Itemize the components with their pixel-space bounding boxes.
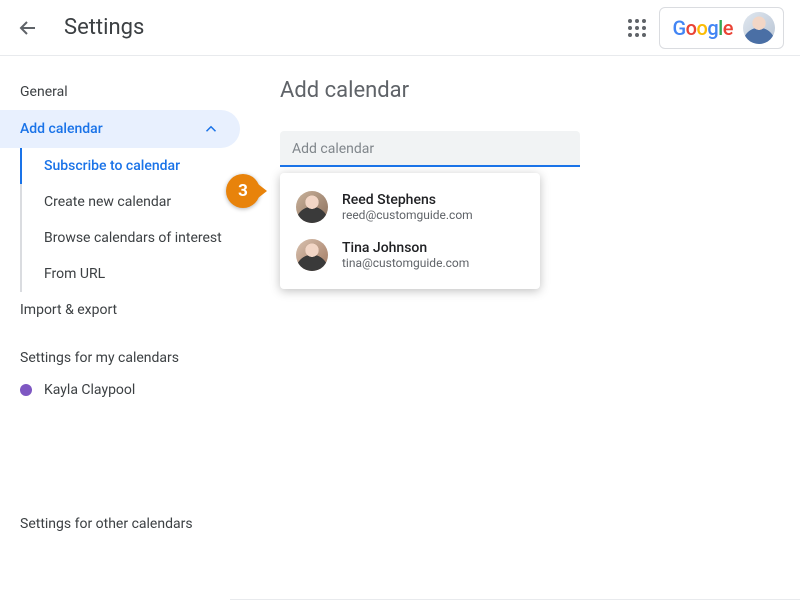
add-calendar-input[interactable] — [280, 131, 580, 167]
calendar-name: Kayla Claypool — [44, 382, 135, 398]
sidebar-item-import-export[interactable]: Import & export — [0, 292, 248, 328]
chevron-up-icon — [202, 120, 220, 138]
account-switcher[interactable]: Google — [659, 7, 784, 49]
sidebar-sublist: Subscribe to calendar Create new calenda… — [20, 148, 248, 292]
page-title: Settings — [64, 15, 144, 40]
suggestion-email: tina@customguide.com — [342, 256, 469, 270]
user-avatar[interactable] — [743, 12, 775, 44]
step-badge-3: 3 — [226, 174, 260, 208]
sidebar-section-my-calendars: Settings for my calendars — [0, 328, 248, 374]
sidebar-item-add-calendar[interactable]: Add calendar — [0, 110, 240, 148]
apps-grid-icon[interactable] — [625, 16, 649, 40]
person-avatar — [296, 239, 328, 271]
suggestion-name: Tina Johnson — [342, 240, 469, 256]
suggestion-item[interactable]: Tina Johnson tina@customguide.com — [280, 231, 540, 279]
sidebar-section-other-calendars: Settings for other calendars — [0, 406, 248, 540]
sidebar-item-from-url[interactable]: From URL — [22, 256, 248, 292]
google-logo: Google — [672, 16, 733, 40]
calendar-color-dot — [20, 384, 32, 396]
sidebar-item-subscribe[interactable]: Subscribe to calendar — [22, 148, 248, 184]
suggestion-item[interactable]: Reed Stephens reed@customguide.com — [280, 183, 540, 231]
sidebar-item-create-calendar[interactable]: Create new calendar — [22, 184, 248, 220]
suggestions-dropdown: Reed Stephens reed@customguide.com Tina … — [280, 173, 540, 289]
main-panel: Add calendar Reed Stephens reed@customgu… — [248, 56, 800, 600]
main-heading: Add calendar — [280, 78, 768, 103]
suggestion-email: reed@customguide.com — [342, 208, 473, 222]
sidebar-item-browse-calendars[interactable]: Browse calendars of interest — [22, 220, 248, 256]
sidebar-item-label: Add calendar — [20, 121, 103, 137]
suggestion-name: Reed Stephens — [342, 192, 473, 208]
sidebar-item-general[interactable]: General — [0, 74, 248, 110]
sidebar-calendar-item[interactable]: Kayla Claypool — [0, 374, 248, 406]
back-arrow-icon[interactable] — [16, 16, 40, 40]
person-avatar — [296, 191, 328, 223]
sidebar: General Add calendar Subscribe to calend… — [0, 56, 248, 600]
